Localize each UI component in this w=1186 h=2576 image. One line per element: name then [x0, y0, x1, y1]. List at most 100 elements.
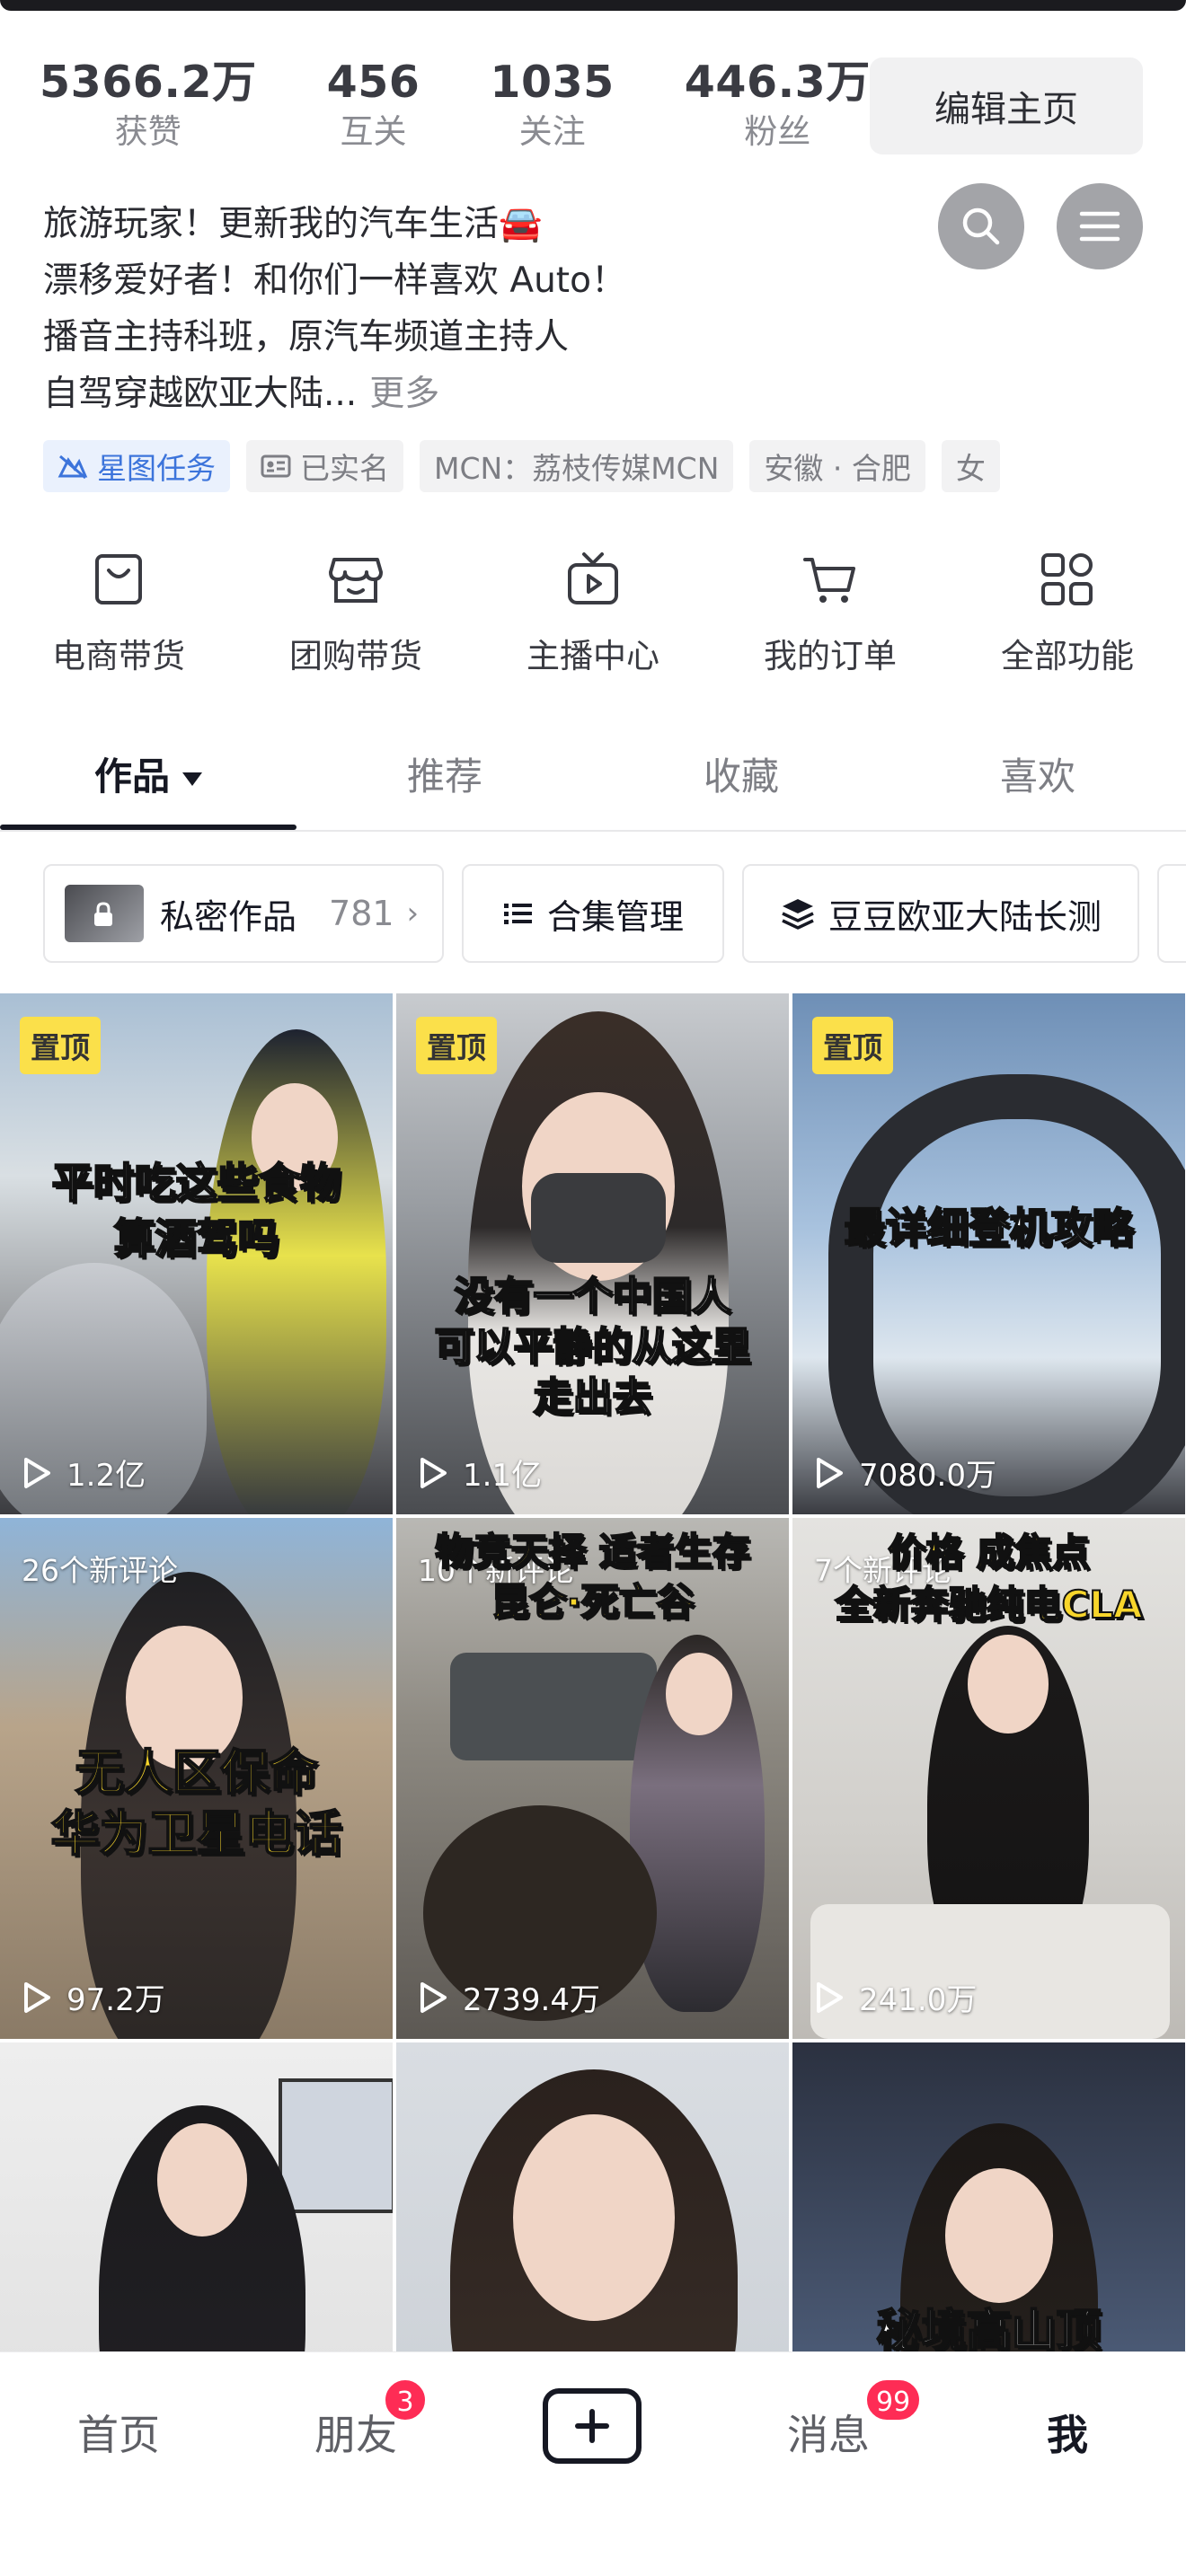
stat-mutual-label: 互关	[340, 112, 407, 151]
tag-mcn[interactable]: MCN：荔枝传媒MCN	[420, 440, 734, 492]
nav-home[interactable]: 首页	[47, 2403, 190, 2462]
collection-manage-chip[interactable]: 合集管理	[462, 864, 724, 963]
video-thumbnail-face	[157, 2123, 247, 2236]
view-count-value: 2739.4万	[463, 1982, 600, 2018]
star-map-icon	[58, 454, 88, 480]
layers-icon	[782, 899, 814, 930]
play-icon	[817, 1981, 843, 2013]
private-works-count: 781	[329, 894, 394, 933]
private-works-chip[interactable]: 私密作品 781 ›	[43, 864, 444, 963]
bio-line: 自驾穿越欧亚大陆...	[43, 374, 358, 414]
lock-icon	[94, 902, 112, 926]
private-works-thumbnail	[65, 885, 144, 942]
edit-profile-button[interactable]: 编辑主页	[870, 57, 1143, 154]
stat-following-label: 关注	[518, 112, 586, 151]
stat-mutual[interactable]: 456 互关	[327, 56, 420, 154]
apps-grid-icon	[1041, 553, 1093, 605]
video-thumbnail-poster	[279, 2078, 393, 2213]
video-card[interactable]: 26个新评论 无人区保命 华为卫星电话 97.2万	[0, 1518, 393, 2039]
profile-tags: 星图任务 已实名 MCN：荔枝传媒MCN 安徽 · 合肥 女	[43, 440, 1016, 492]
feature-streamer-center[interactable]: 主播中心	[474, 546, 712, 677]
bio-line: 漂移爱好者！和你们一样喜欢 Auto！	[43, 260, 626, 301]
stat-following[interactable]: 1035 关注	[490, 56, 614, 154]
video-thumbnail-face	[666, 1653, 732, 1735]
view-count-value: 241.0万	[859, 1982, 978, 2018]
view-count-value: 1.1亿	[463, 1458, 543, 1494]
video-card[interactable]: 置顶 平时吃这些食物 算酒驾吗 1.2亿	[0, 993, 393, 1514]
pinned-badge: 置顶	[20, 1017, 101, 1074]
play-icon	[420, 1981, 447, 2013]
menu-button[interactable]	[1057, 183, 1143, 269]
play-icon	[817, 1457, 843, 1488]
feature-my-orders[interactable]: 我的订单	[712, 546, 949, 677]
mask	[531, 1173, 666, 1263]
stat-likes[interactable]: 5366.2万 获赞	[40, 56, 257, 154]
video-thumbnail-window	[828, 1074, 1185, 1514]
content-tabs: 作品 推荐 收藏 喜欢	[0, 737, 1186, 830]
stat-following-value: 1035	[490, 57, 615, 108]
store-icon	[329, 558, 383, 603]
stat-mutual-value: 456	[326, 57, 420, 108]
bio-line: 播音主持科班，原汽车频道主持人	[43, 317, 570, 357]
new-comments-badge: 26个新评论	[22, 1553, 178, 1588]
video-caption: 秘境高山顶	[876, 2304, 1102, 2358]
view-count: 97.2万	[22, 1975, 165, 2019]
stat-followers-label: 粉丝	[744, 112, 811, 151]
video-card[interactable]: 7个新评论 价格 成焦点 全新奔驰纯电CLA 241.0万	[792, 1518, 1185, 2039]
tag-star-map[interactable]: 星图任务	[43, 440, 230, 492]
tag-verified[interactable]: 已实名	[246, 440, 403, 492]
plus-icon	[575, 2409, 609, 2443]
view-count-value: 7080.0万	[859, 1458, 996, 1494]
profile-stats: 5366.2万 获赞 456 互关 1035 关注 446.3万 粉丝	[40, 56, 941, 154]
search-button[interactable]	[938, 183, 1024, 269]
tab-likes[interactable]: 喜欢	[890, 737, 1186, 830]
video-caption: 最详细登机攻略	[844, 1203, 1135, 1253]
video-thumbnail-vehicle	[450, 1653, 657, 1760]
more-chip-partial[interactable]	[1157, 864, 1186, 963]
bottom-nav: 首页 朋友 3 消息 99 我	[0, 2351, 1186, 2576]
feature-group-buy-label: 团购带货	[289, 637, 422, 675]
feature-all-functions[interactable]: 全部功能	[949, 546, 1186, 677]
series-chip[interactable]: 豆豆欧亚大陆长测	[742, 864, 1139, 963]
video-caption: 物竞天择 适者生存 昆仑·死亡谷	[434, 1529, 751, 1625]
play-icon	[420, 1457, 447, 1488]
stat-likes-value: 5366.2万	[40, 57, 257, 108]
play-icon	[24, 1457, 50, 1488]
tag-verified-label: 已实名	[300, 451, 389, 486]
video-card[interactable]: 10个新评论 物竞天择 适者生存 昆仑·死亡谷 2739.4万	[396, 1518, 789, 2039]
pinned-badge: 置顶	[812, 1017, 893, 1074]
tab-works-label: 作品	[93, 754, 170, 798]
search-icon	[962, 207, 1000, 245]
cart-icon	[803, 558, 855, 603]
list-icon	[503, 904, 532, 924]
feature-ecommerce[interactable]: 电商带货	[0, 546, 237, 677]
tab-favorites[interactable]: 收藏	[593, 737, 890, 830]
status-bar	[0, 0, 1186, 11]
tab-divider	[0, 830, 1186, 832]
view-count: 2739.4万	[418, 1975, 600, 2019]
tab-recommend[interactable]: 推荐	[296, 737, 593, 830]
series-label: 豆豆欧亚大陆长测	[828, 896, 1102, 937]
video-card[interactable]: 置顶 没有一个中国人 可以平静的从这里 走出去 1.1亿	[396, 993, 789, 1514]
tag-location[interactable]: 安徽 · 合肥	[749, 440, 925, 492]
collection-chips: 私密作品 781 › 合集管理 豆豆欧亚大陆长测	[43, 864, 1186, 963]
video-thumbnail-face	[945, 2168, 1053, 2303]
video-thumbnail-face	[513, 2114, 675, 2321]
video-caption: 无人区保命 华为卫星电话	[50, 1743, 343, 1863]
stat-followers-value: 446.3万	[684, 57, 871, 108]
view-count: 241.0万	[814, 1975, 977, 2019]
feature-streamer-center-label: 主播中心	[527, 637, 659, 675]
video-caption: 没有一个中国人 可以平静的从这里 走出去	[434, 1273, 752, 1421]
nav-me[interactable]: 我	[996, 2403, 1139, 2462]
tag-star-map-label: 星图任务	[97, 451, 216, 486]
video-card[interactable]: 置顶 最详细登机攻略 7080.0万	[792, 993, 1185, 1514]
friends-badge: 3	[383, 2378, 428, 2422]
create-post-button[interactable]	[543, 2388, 642, 2464]
tag-gender: 女	[941, 440, 1000, 492]
tab-works[interactable]: 作品	[0, 737, 296, 830]
stat-followers[interactable]: 446.3万 粉丝	[685, 56, 871, 154]
bio-more-link[interactable]: 更多	[369, 374, 439, 414]
feature-my-orders-label: 我的订单	[764, 637, 897, 675]
feature-group-buy[interactable]: 团购带货	[237, 546, 474, 677]
view-count-value: 1.2亿	[66, 1458, 146, 1494]
